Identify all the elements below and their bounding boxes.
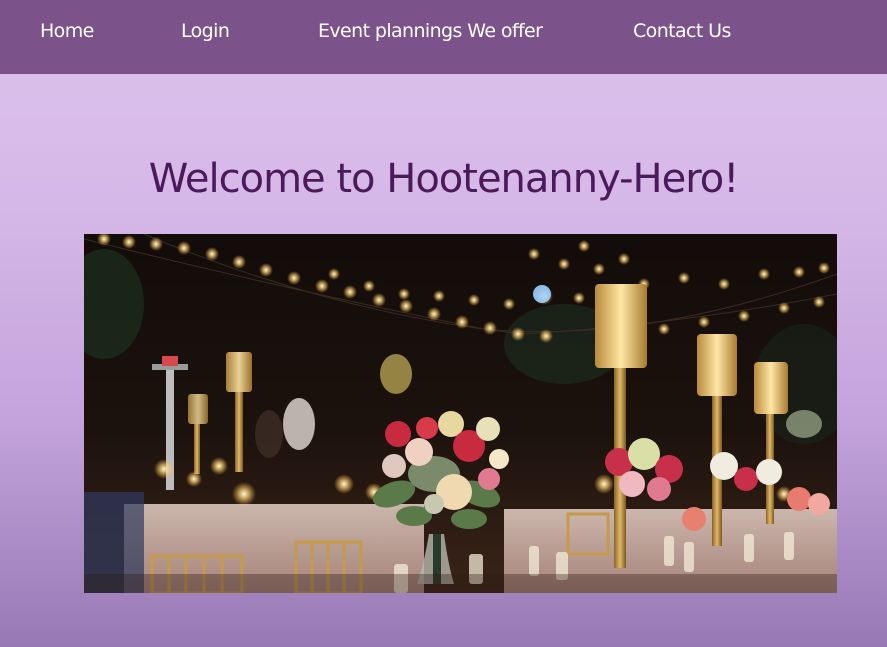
nav-link-contact-us[interactable]: Contact Us [633,20,731,42]
nav-link-event-plannings[interactable]: Event plannings We offer [318,20,543,42]
hero-image-event-banquet [84,234,837,593]
nav-link-login[interactable]: Login [181,20,230,42]
page-title: Welcome to Hootenanny-Hero! [148,156,740,202]
nav-link-home[interactable]: Home [40,20,94,42]
top-navbar: Home Login Event plannings We offer Cont… [0,0,887,74]
